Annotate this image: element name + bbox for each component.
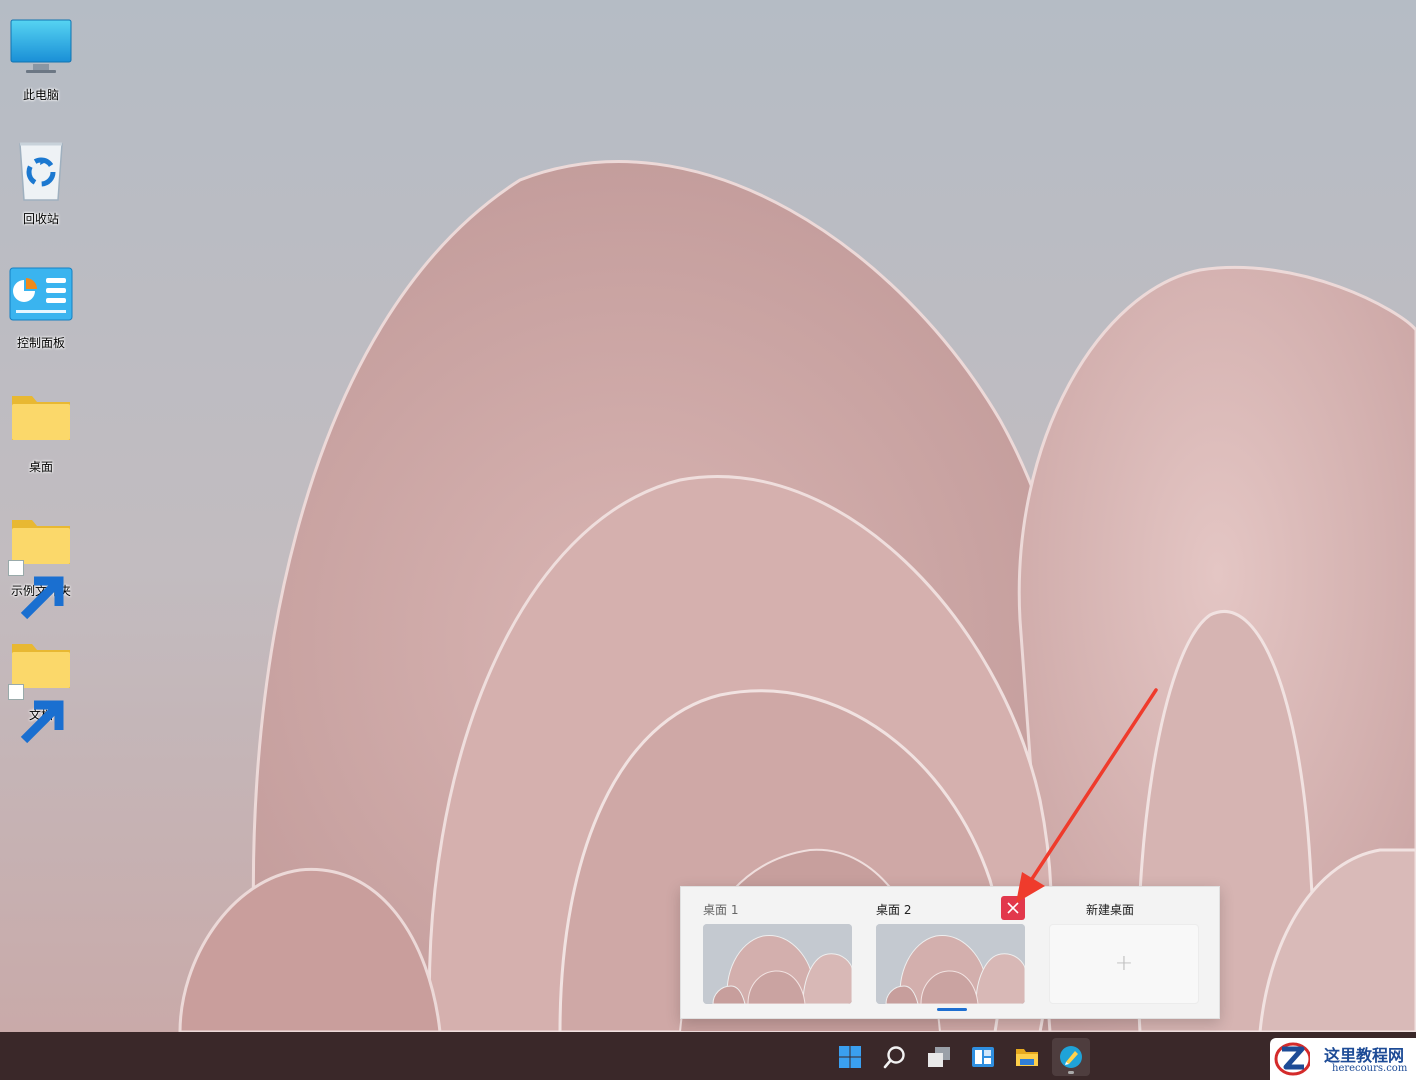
pinned-app-button[interactable] (1052, 1038, 1090, 1076)
plus-icon: + (1114, 951, 1134, 976)
recycle-bin-icon (6, 136, 76, 206)
widgets-button[interactable] (964, 1038, 1002, 1076)
search-icon (883, 1046, 905, 1069)
desktop-icon-this-pc[interactable]: 此电脑 (2, 6, 80, 116)
shortcut-arrow-icon (8, 684, 64, 744)
desktop-icon-sample-folder[interactable]: 示例文件夹 (2, 502, 80, 620)
new-desktop-label: 新建桌面 (1085, 903, 1134, 917)
desktop-icon-desktop-folder[interactable]: 桌面 (2, 378, 80, 488)
shortcut-arrow-icon (8, 560, 64, 620)
computer-icon (6, 12, 76, 82)
windows-start-icon (839, 1046, 861, 1068)
control-panel-icon (6, 260, 76, 330)
virtual-desktop-1[interactable]: 桌面 1 (681, 887, 852, 1020)
new-desktop-button[interactable]: 新建桌面 + (1027, 887, 1199, 1020)
active-desktop-indicator (937, 1008, 967, 1011)
new-desktop-tile[interactable]: + (1049, 924, 1199, 1004)
desktop-icon-label: 回收站 (22, 212, 59, 226)
folder-icon (6, 508, 76, 620)
start-button[interactable] (831, 1038, 869, 1076)
virtual-desktop-2[interactable]: 桌面 2 (854, 887, 1025, 1020)
virtual-desktop-thumbnail[interactable] (703, 924, 852, 1004)
task-view-button[interactable] (920, 1038, 958, 1076)
widgets-icon (972, 1047, 994, 1067)
task-view-icon (928, 1047, 950, 1067)
search-button[interactable] (876, 1038, 914, 1076)
desktop-icon-label: 此电脑 (22, 88, 59, 102)
folder-icon (6, 632, 76, 744)
file-explorer-icon (1016, 1049, 1038, 1066)
desktop-icon-documents[interactable]: 文档 (2, 626, 80, 744)
desktop-icon-recycle-bin[interactable]: 回收站 (2, 130, 80, 240)
desktop-icon-label: 桌面 (28, 460, 53, 474)
taskbar (0, 1032, 1416, 1080)
virtual-desktop-title: 桌面 1 (703, 903, 739, 917)
watermark: 这里教程网 herecours.com (1270, 1038, 1416, 1080)
task-view-panel: 桌面 1 桌面 2 新建桌面 + (680, 886, 1220, 1019)
virtual-desktop-thumbnail[interactable] (876, 924, 1025, 1004)
file-explorer-button[interactable] (1008, 1038, 1046, 1076)
desktop-icon-label: 控制面板 (16, 336, 65, 350)
virtual-desktop-title: 桌面 2 (876, 903, 912, 917)
folder-icon (6, 384, 76, 454)
watermark-url: herecours.com (1332, 1063, 1408, 1074)
desktop-icon-control-panel[interactable]: 控制面板 (2, 254, 80, 364)
close-desktop-button[interactable] (1001, 896, 1025, 920)
watermark-logo-icon (1274, 1042, 1310, 1076)
desktop-wallpaper (0, 0, 1416, 1032)
running-indicator (1068, 1071, 1074, 1074)
app-icon (1060, 1046, 1082, 1068)
close-icon (1007, 902, 1019, 914)
